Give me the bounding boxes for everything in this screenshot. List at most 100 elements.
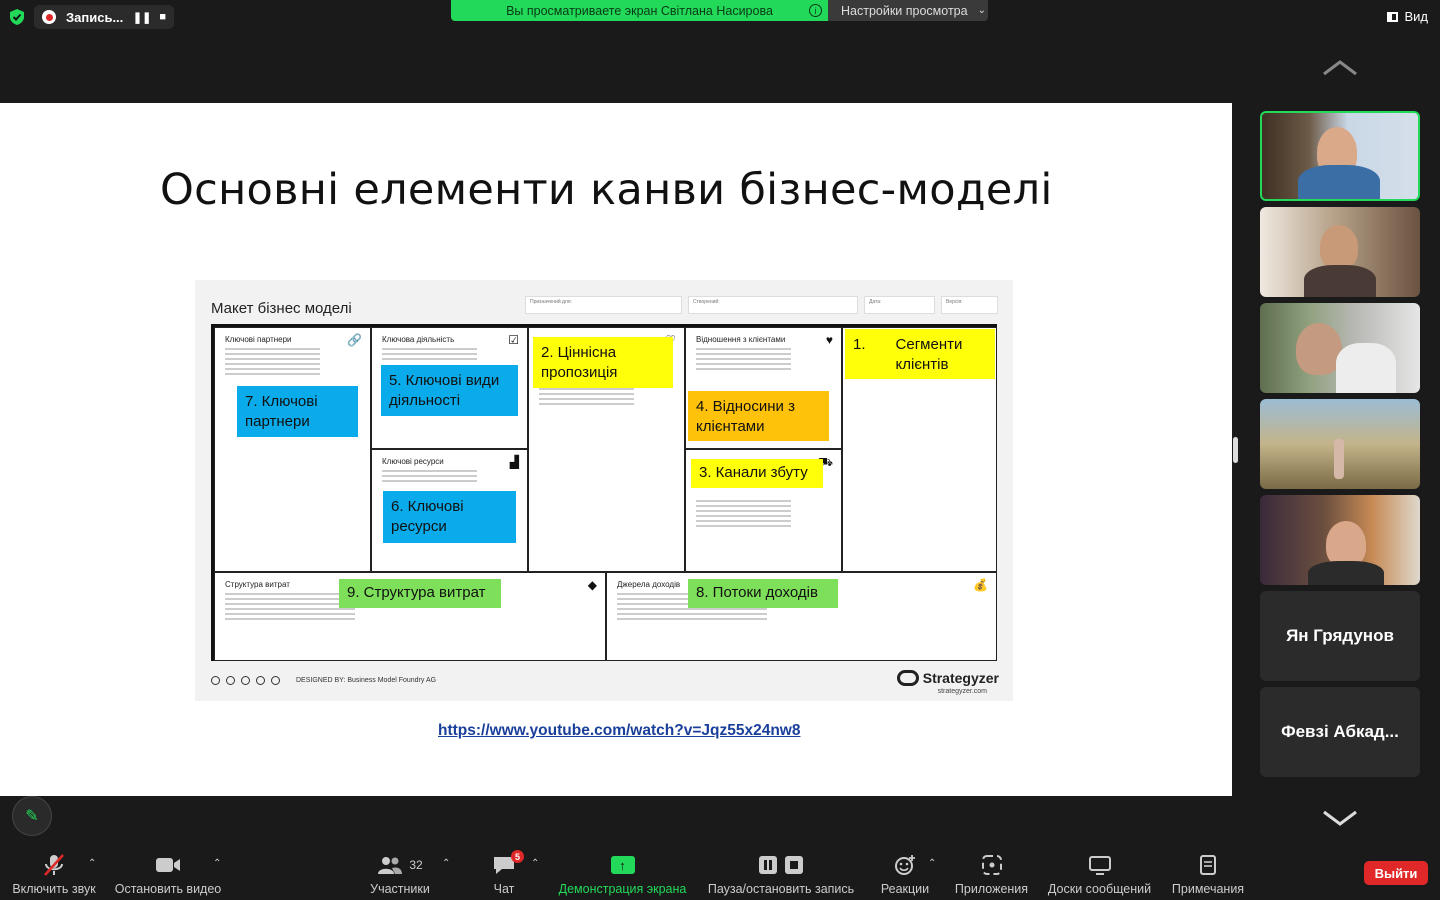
share-banner: Вы просматриваете экран Світлана Насиров… (451, 0, 828, 21)
stop-video-button[interactable]: Остановить видео (114, 852, 222, 896)
security-shield-icon[interactable] (8, 8, 26, 26)
canvas-grid: Ключові партнери 🔗 Ключова діяльність ☑ … (211, 324, 997, 661)
business-model-canvas: Макет бізнес моделі Призначений для: Ств… (195, 280, 1013, 701)
participant-figure (1334, 439, 1344, 479)
participant-video-tile[interactable] (1260, 495, 1420, 585)
view-settings-dropdown[interactable]: Настройки просмотра ⌄ (828, 0, 988, 21)
money-bag-icon: 💰 (973, 578, 988, 592)
participant-video-tile[interactable] (1260, 207, 1420, 297)
share-banner-text: Вы просматриваете экран Світлана Насиров… (506, 3, 773, 18)
reactions-options-caret-icon[interactable]: ⌃ (928, 858, 936, 869)
split-resize-handle[interactable] (1233, 437, 1238, 463)
cell-placeholder-text (696, 348, 791, 373)
info-icon[interactable]: i (809, 4, 822, 17)
cell-title: Ключові ресурси (382, 457, 444, 466)
view-button[interactable]: Вид (1387, 9, 1428, 24)
factory-icon: ▟ (509, 455, 519, 469)
cell-placeholder-text (382, 348, 477, 363)
notes-icon (1199, 852, 1217, 878)
cell-title: Ключові партнери (225, 335, 292, 344)
cc-icon (211, 676, 220, 685)
whiteboard-icon (1088, 852, 1111, 878)
note-revenue-streams: 8. Потоки доходів (688, 579, 838, 608)
recording-indicator[interactable]: Запись... ❚❚ ■ (34, 5, 174, 29)
video-options-caret-icon[interactable]: ⌃ (213, 858, 221, 869)
pause-recording-icon[interactable]: ❚❚ (133, 11, 151, 24)
cell-title: Джерела доходів (617, 580, 681, 589)
apps-label: Приложения (954, 882, 1029, 896)
notes-button[interactable]: Примечания (1171, 852, 1245, 896)
cc-nc-icon (256, 676, 265, 685)
whiteboards-button[interactable]: Доски сообщений (1045, 852, 1154, 896)
participants-button[interactable]: 32 Участники (368, 852, 432, 896)
chat-options-caret-icon[interactable]: ⌃ (531, 858, 539, 869)
chat-bubble-icon: 5 (492, 850, 524, 878)
participant-name-tile[interactable]: Февзі Абкад... (1260, 687, 1420, 777)
cell-title: Відношення з клієнтами (696, 335, 786, 344)
note-cost-structure: 9. Структура витрат (339, 579, 501, 608)
canvas-footer: DESIGNED BY: Business Model Foundry AG (211, 676, 436, 685)
tag-icon: ◆ (587, 578, 597, 592)
gallery-scroll-up-icon[interactable] (1322, 58, 1358, 78)
meta-designed-by: Створений: (688, 296, 858, 314)
cell-title: Ключова діяльність (382, 335, 455, 344)
cell-placeholder-text (382, 470, 477, 485)
strategyzer-logo: Strategyzer (896, 670, 999, 686)
recording-label: Запись... (66, 9, 124, 25)
note-number: 1. (853, 336, 866, 353)
cell-placeholder-text (225, 593, 355, 623)
chat-button[interactable]: 5 Чат (490, 850, 524, 896)
participants-label: Участники (370, 882, 430, 896)
slide-title: Основні елементи канви бізнес-моделі (160, 165, 1053, 215)
note-customer-relationships: 4. Відносини з клієнтами (688, 391, 829, 441)
participants-options-caret-icon[interactable]: ⌃ (442, 858, 450, 869)
participant-body (1308, 561, 1384, 585)
participant-video-tile[interactable] (1260, 399, 1420, 489)
reactions-label: Реакции (880, 882, 930, 896)
audio-options-caret-icon[interactable]: ⌃ (88, 858, 96, 869)
note-channels: 3. Канали збуту (691, 459, 823, 488)
participant-body (1304, 265, 1376, 297)
stop-recording-icon[interactable]: ■ (159, 11, 166, 23)
stop-video-label: Остановить видео (114, 882, 222, 896)
cc-nd-icon (271, 676, 280, 685)
meta-designed-for: Призначений для: (525, 296, 682, 314)
view-settings-label: Настройки просмотра (841, 3, 968, 18)
note-key-activities: 5. Ключові види діяльності (381, 365, 518, 416)
chevron-down-icon: ⌄ (977, 5, 986, 16)
pause-recording-label: Пауза/остановить запись (707, 882, 855, 896)
reactions-button[interactable]: Реакции (880, 852, 930, 896)
meta-version: Версія: (941, 296, 998, 314)
annotate-pen-button[interactable]: ✎ (12, 796, 52, 836)
unmute-button[interactable]: Включить звук (10, 852, 98, 896)
meta-date: Дата: (864, 296, 935, 314)
whiteboards-label: Доски сообщений (1047, 882, 1152, 896)
cc-by-icon (226, 676, 235, 685)
apps-button[interactable]: Приложения (954, 852, 1029, 896)
cell-key-partners: Ключові партнери 🔗 (214, 327, 371, 572)
note-customer-segments: 1. Сегменти клієнтів (845, 329, 995, 379)
participant-name-tile[interactable]: Ян Грядунов (1260, 591, 1420, 681)
pause-recording-button[interactable]: Пауза/остановить запись (706, 852, 856, 896)
cell-placeholder-text (696, 500, 791, 530)
youtube-link[interactable]: https://www.youtube.com/watch?v=Jqz55x24… (438, 722, 800, 740)
pause-stop-recording-icon (758, 852, 804, 878)
brand-name: Strategyzer (922, 670, 999, 686)
shared-screen: Основні елементи канви бізнес-моделі Мак… (0, 103, 1232, 796)
cell-placeholder-text (225, 348, 320, 378)
gallery-scroll-down-icon[interactable] (1322, 808, 1358, 828)
participant-face (1320, 225, 1358, 269)
chat-label: Чат (493, 882, 515, 896)
participant-video-tile[interactable] (1260, 303, 1420, 393)
participant-body (1336, 343, 1396, 393)
leave-meeting-button[interactable]: Выйти (1364, 861, 1428, 885)
cell-title: Структура витрат (225, 580, 290, 589)
share-screen-button[interactable]: ↑ Демонстрация экрана (556, 852, 689, 896)
checkbox-icon: ☑ (508, 333, 519, 347)
notes-label: Примечания (1171, 882, 1245, 896)
cc-sa-icon (241, 676, 250, 685)
participant-name: Ян Грядунов (1286, 626, 1394, 645)
note-text: Сегменти клієнтів (895, 336, 963, 373)
participant-video-tile[interactable] (1260, 111, 1420, 201)
emoji-reaction-icon (894, 852, 916, 878)
